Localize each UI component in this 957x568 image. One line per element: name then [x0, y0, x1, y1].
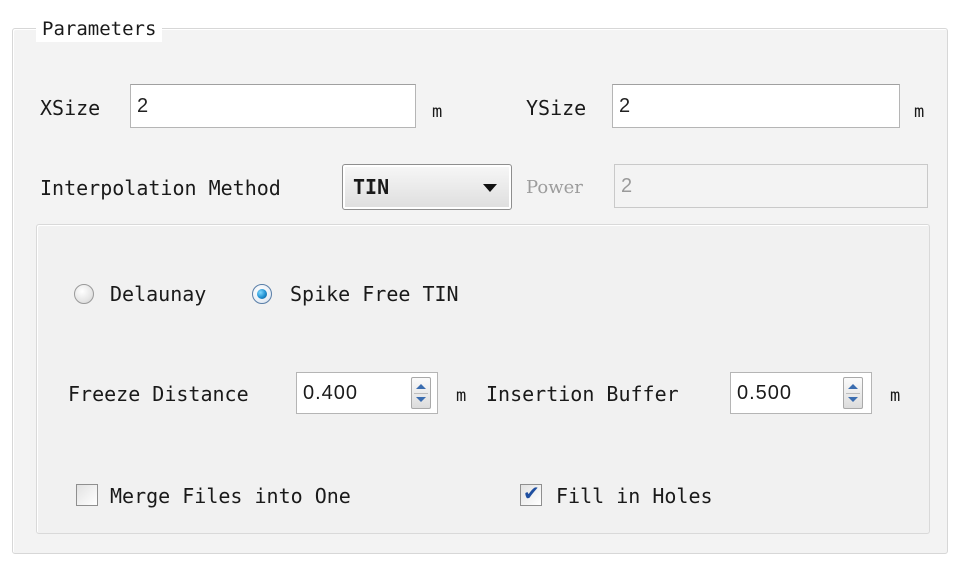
freeze-distance-value[interactable]: 0.400: [303, 381, 358, 405]
radio-selected-dot-icon: [257, 289, 267, 299]
merge-files-label[interactable]: Merge Files into One: [110, 484, 351, 508]
ysize-unit: m: [914, 102, 925, 122]
xsize-unit: m: [432, 102, 443, 122]
interpolation-selected-value: TIN: [353, 175, 390, 199]
spin-down-icon[interactable]: [848, 397, 858, 402]
spin-divider: [846, 393, 860, 394]
delaunay-label[interactable]: Delaunay: [110, 282, 206, 306]
fill-holes-checkbox[interactable]: ✔: [520, 481, 542, 506]
xsize-input[interactable]: 2: [130, 84, 416, 128]
spin-up-icon[interactable]: [416, 384, 426, 389]
spike-free-tin-radio[interactable]: [252, 284, 272, 304]
spin-divider: [414, 393, 428, 394]
insertion-buffer-value[interactable]: 0.500: [737, 381, 792, 405]
insertion-buffer-spinbox[interactable]: 0.500: [730, 372, 872, 414]
freeze-distance-spin-buttons[interactable]: [411, 377, 431, 409]
interpolation-method-select[interactable]: TIN: [342, 164, 512, 210]
power-input: 2: [614, 164, 928, 208]
power-label: Power: [526, 177, 583, 198]
spike-free-tin-label[interactable]: Spike Free TIN: [290, 282, 459, 306]
insertion-buffer-unit: m: [890, 386, 901, 406]
checkmark-icon: ✔: [523, 481, 540, 505]
delaunay-radio[interactable]: [74, 284, 94, 304]
merge-files-checkbox[interactable]: [76, 484, 98, 506]
ysize-label: YSize: [526, 96, 587, 120]
ysize-input[interactable]: 2: [612, 84, 900, 128]
chevron-down-icon: [483, 184, 497, 192]
xsize-label: XSize: [40, 96, 101, 120]
spin-up-icon[interactable]: [848, 384, 858, 389]
group-title: Parameters: [36, 16, 163, 42]
fill-holes-label[interactable]: Fill in Holes: [556, 484, 713, 508]
freeze-distance-label: Freeze Distance: [68, 382, 249, 406]
freeze-distance-spinbox[interactable]: 0.400: [296, 372, 438, 414]
insertion-buffer-spin-buttons[interactable]: [843, 377, 863, 409]
interpolation-label: Interpolation Method: [40, 176, 281, 200]
spin-down-icon[interactable]: [416, 397, 426, 402]
insertion-buffer-label: Insertion Buffer: [486, 382, 679, 406]
freeze-distance-unit: m: [456, 386, 467, 406]
